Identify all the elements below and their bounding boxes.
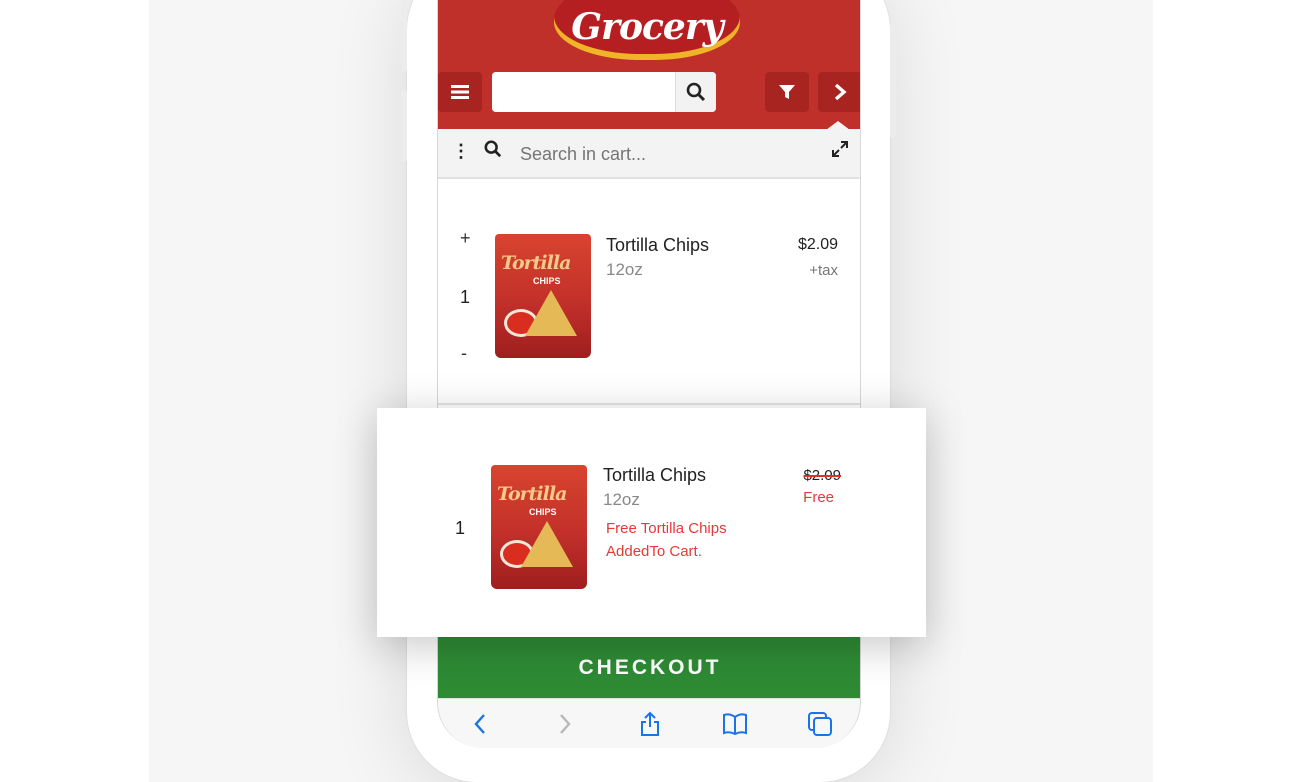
next-button[interactable] bbox=[818, 72, 860, 112]
item-price: $2.09 bbox=[797, 236, 838, 253]
chip-graphic bbox=[525, 290, 577, 336]
share-button[interactable] bbox=[630, 704, 670, 744]
tabs-button[interactable] bbox=[800, 704, 840, 744]
product-search-input[interactable] bbox=[492, 72, 672, 112]
phone-power-button bbox=[890, 22, 896, 138]
back-button[interactable] bbox=[460, 704, 500, 744]
back-icon bbox=[474, 713, 486, 734]
product-search-button[interactable] bbox=[675, 72, 716, 112]
free-item-popup: 1 Tortilla CHIPS Tortilla Chips 12oz Fre… bbox=[377, 408, 926, 637]
cart-search-input[interactable] bbox=[518, 138, 812, 170]
product-image[interactable]: Tortilla CHIPS bbox=[495, 234, 591, 358]
bookmarks-button[interactable] bbox=[715, 704, 755, 744]
logo-text: Grocery bbox=[571, 6, 723, 48]
more-vertical-icon[interactable]: ⋮ bbox=[452, 141, 470, 162]
chip-graphic bbox=[521, 521, 573, 567]
popup-quantity: 1 bbox=[455, 518, 466, 538]
app-header: Grocery bbox=[438, 0, 860, 129]
menu-icon bbox=[451, 85, 469, 99]
item-name: Tortilla Chips bbox=[606, 235, 710, 255]
filter-button[interactable] bbox=[765, 72, 809, 112]
popup-item-name: Tortilla Chips bbox=[603, 465, 707, 485]
forward-icon bbox=[560, 713, 571, 734]
popup-message-line1: Free Tortilla Chips bbox=[606, 520, 727, 537]
popup-free-label: Free bbox=[803, 489, 834, 506]
quantity-decrease-button[interactable]: - bbox=[461, 343, 467, 364]
tabs-icon bbox=[807, 711, 832, 736]
search-icon bbox=[484, 140, 502, 163]
quantity-value: 1 bbox=[460, 287, 471, 307]
popup-message-line2: AddedTo Cart. bbox=[606, 543, 702, 560]
popup-original-price: $2.09 bbox=[803, 467, 841, 484]
phone-side-button bbox=[401, 0, 407, 72]
browser-toolbar bbox=[438, 698, 860, 748]
menu-button[interactable] bbox=[438, 72, 482, 112]
item-tax: +tax bbox=[809, 262, 838, 279]
product-search bbox=[492, 72, 716, 112]
quantity-increase-button[interactable]: + bbox=[460, 228, 471, 249]
search-icon bbox=[686, 82, 706, 102]
expand-icon[interactable] bbox=[832, 141, 848, 162]
product-image-brand: Tortilla bbox=[501, 252, 571, 274]
share-icon bbox=[640, 711, 659, 736]
cart-search-bar: ⋮ bbox=[438, 129, 860, 179]
divider bbox=[438, 403, 860, 405]
filter-icon bbox=[779, 85, 795, 99]
popup-product-image: Tortilla CHIPS bbox=[491, 465, 587, 589]
popup-item-size: 12oz bbox=[603, 490, 640, 509]
chevron-right-icon bbox=[834, 83, 847, 101]
product-image-subtitle: CHIPS bbox=[529, 507, 557, 517]
phone-side-button bbox=[401, 90, 407, 162]
bookmarks-icon bbox=[722, 712, 747, 735]
forward-button[interactable] bbox=[545, 704, 585, 744]
item-size: 12oz bbox=[606, 260, 643, 279]
logo[interactable]: Grocery bbox=[554, 0, 740, 60]
checkout-button[interactable]: CHECKOUT bbox=[438, 637, 860, 698]
product-image-subtitle: CHIPS bbox=[533, 276, 561, 286]
product-image-brand: Tortilla bbox=[497, 483, 567, 505]
